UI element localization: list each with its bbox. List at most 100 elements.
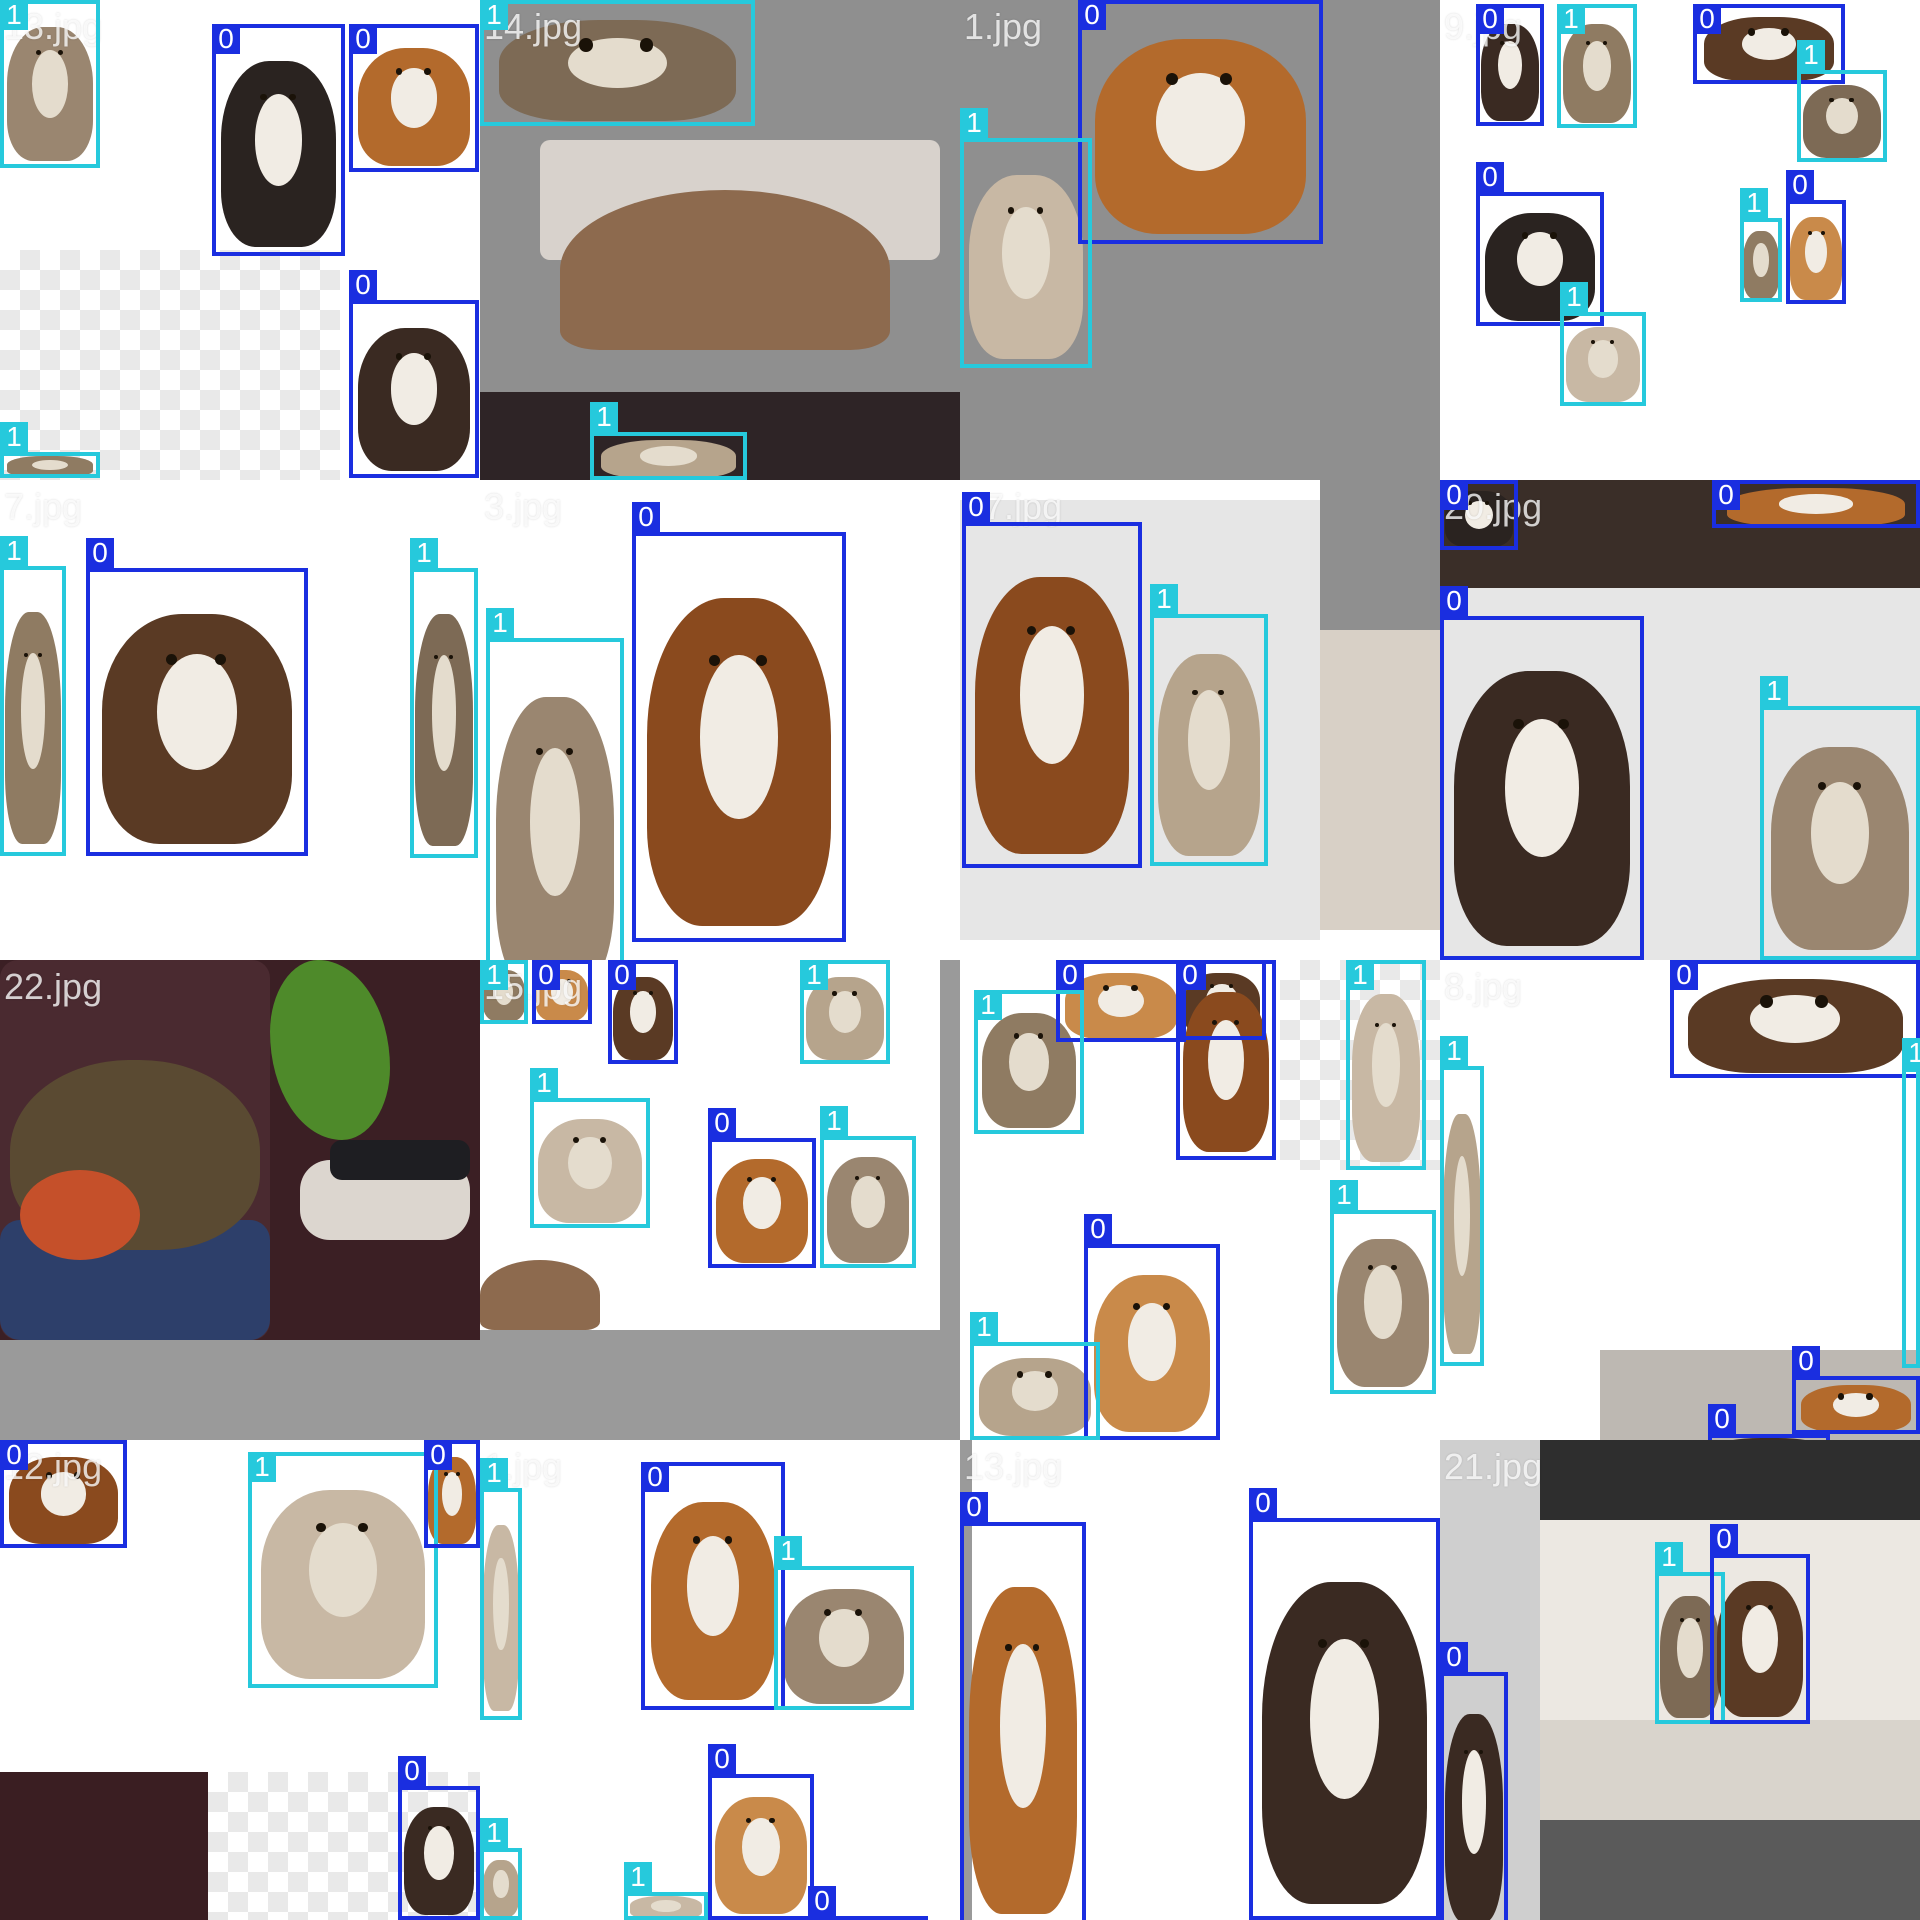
cat-bounding-box: 1 <box>410 538 478 858</box>
cat-bounding-box: 1 <box>480 1818 522 1920</box>
class-id-tag: 0 <box>1710 1524 1738 1554</box>
class-id-tag: 0 <box>212 24 240 54</box>
class-id-tag: 0 <box>1476 162 1504 192</box>
cat-bounding-box: 1 <box>820 1106 916 1268</box>
dog-bounding-box: 0 <box>641 1462 785 1710</box>
plant-leaves <box>270 960 390 1140</box>
cat-bounding-box: 1 <box>248 1452 438 1688</box>
mosaic-tile: 13.jpg 1 0 0 0 1 <box>0 0 480 480</box>
dark-photo-strip <box>0 1772 208 1920</box>
class-id-tag: 1 <box>1797 40 1825 70</box>
dog-bounding-box: 0 <box>532 960 592 1024</box>
pad-corner <box>1320 480 1440 630</box>
class-id-tag: 1 <box>480 0 508 30</box>
cat-bounding-box: 1 <box>0 536 66 856</box>
class-id-tag: 0 <box>1440 586 1468 616</box>
class-id-tag: 1 <box>0 422 28 452</box>
pad-strip <box>0 1340 480 1440</box>
dog-bounding-box: 0 <box>808 1886 928 1920</box>
cat-bounding-box: 1 <box>590 402 747 480</box>
class-id-tag: 1 <box>1655 1542 1683 1572</box>
class-id-tag: 1 <box>774 1536 802 1566</box>
mosaic-tile: 9.jpg01010110 <box>1440 0 1920 480</box>
cat-bounding-box: 1 <box>1330 1180 1436 1394</box>
dog-bounding-box: 0 <box>1440 480 1518 550</box>
class-id-tag: 0 <box>86 538 114 568</box>
class-id-tag: 0 <box>632 502 660 532</box>
class-id-tag: 0 <box>1786 170 1814 200</box>
tile-photo <box>0 960 480 1440</box>
class-id-tag: 1 <box>960 108 988 138</box>
class-id-tag: 0 <box>641 1462 669 1492</box>
dog-bounding-box: 0 <box>424 1440 480 1548</box>
dog-bounding-box: 0 <box>349 24 479 172</box>
cat-bounding-box: 1 <box>800 960 890 1064</box>
pad-right <box>940 960 960 1440</box>
mosaic-tile: 13.jpg 0 0 <box>960 1440 1440 1920</box>
class-id-tag: 0 <box>1078 0 1106 30</box>
cat-bounding-box: 1 <box>1797 40 1887 162</box>
class-id-tag: 1 <box>410 538 438 568</box>
class-id-tag: 0 <box>532 960 560 990</box>
tile-filename-label: 8.jpg <box>1444 966 1523 1007</box>
dog-bounding-box: 0 <box>349 270 479 478</box>
class-id-tag: 1 <box>820 1106 848 1136</box>
cat-bounding-box: 1 <box>974 990 1084 1134</box>
class-id-tag: 0 <box>1176 960 1204 990</box>
mosaic-tile: 14.jpg 1 1 <box>480 0 960 480</box>
pad-strip <box>480 1330 960 1440</box>
mosaic-tile: 21.jpg 0 1 0 <box>1440 1440 1920 1920</box>
dog-bounding-box: 0 <box>1176 960 1276 1160</box>
class-id-tag: 0 <box>1249 1488 1277 1518</box>
cat-bounding-box: 1 <box>1902 1038 1920 1368</box>
cat-bounding-box: 1 <box>1440 1036 1484 1366</box>
class-id-tag: 1 <box>248 1452 276 1482</box>
class-id-tag: 0 <box>424 1440 452 1470</box>
cat-bounding-box: 1 <box>1346 960 1426 1170</box>
mosaic-tile: 1.jpg 1 0 1 0 1 1 0 <box>480 1440 960 1920</box>
cat-bounding-box: 1 <box>480 1458 522 1720</box>
class-id-tag: 0 <box>349 270 377 300</box>
class-id-tag: 0 <box>1476 4 1504 34</box>
mosaic-tile: 00011101 <box>960 960 1440 1440</box>
tile-filename-label: 3.jpg <box>484 486 563 527</box>
tile-filename-label: 22.jpg <box>4 966 103 1007</box>
mosaic-tile: 15.jpg1001101 <box>480 960 960 1440</box>
class-id-tag: 1 <box>1740 188 1768 218</box>
cat-bounding-box: 1 <box>486 608 624 960</box>
class-id-tag: 0 <box>0 1440 28 1470</box>
mosaic-tile: 3.jpg 1 0 <box>480 480 960 960</box>
cat-bounding-box: 1 <box>970 1312 1100 1440</box>
dog-bounding-box: 0 <box>1786 170 1846 304</box>
class-id-tag: 1 <box>1440 1036 1468 1066</box>
class-id-tag: 1 <box>1902 1038 1920 1068</box>
dark-top-strip <box>1540 1440 1920 1520</box>
dog-bounding-box: 0 <box>960 1492 1086 1920</box>
augmented-training-batch-mosaic: 13.jpg1000114.jpg111.jpg019.jpg010101107… <box>0 0 1920 1920</box>
room-floor <box>1540 1720 1920 1820</box>
tile-filename-label: 1.jpg <box>964 6 1043 47</box>
cat-bounding-box: 1 <box>1150 584 1268 866</box>
class-id-tag: 1 <box>480 1458 508 1488</box>
mosaic-tile: 7.jpg 1 0 1 <box>0 480 480 960</box>
tile-filename-label: 13.jpg <box>964 1446 1063 1487</box>
doorway <box>1320 630 1440 930</box>
cat-bounding-box: 1 <box>960 108 1092 368</box>
class-id-tag: 0 <box>1670 960 1698 990</box>
cat-bounding-box: 1 <box>480 960 528 1024</box>
dog-bounding-box: 0 <box>708 1744 814 1920</box>
transparency-checker <box>0 250 340 480</box>
litter-pile <box>560 190 890 350</box>
dog-bounding-box: 0 <box>1710 1524 1810 1724</box>
dog-bounding-box: 0 <box>632 502 846 942</box>
mosaic-tile: 12.jpg 0 1 0 0 <box>0 1440 480 1920</box>
mosaic-tile: 1.jpg 0 1 <box>960 0 1440 480</box>
class-id-tag: 1 <box>624 1862 652 1892</box>
class-id-tag: 0 <box>708 1744 736 1774</box>
class-id-tag: 0 <box>1084 1214 1112 1244</box>
cat-bounding-box: 1 <box>0 0 100 168</box>
class-id-tag: 0 <box>1056 960 1084 990</box>
class-id-tag: 1 <box>1560 282 1588 312</box>
class-id-tag: 1 <box>800 960 828 990</box>
class-id-tag: 0 <box>962 492 990 522</box>
